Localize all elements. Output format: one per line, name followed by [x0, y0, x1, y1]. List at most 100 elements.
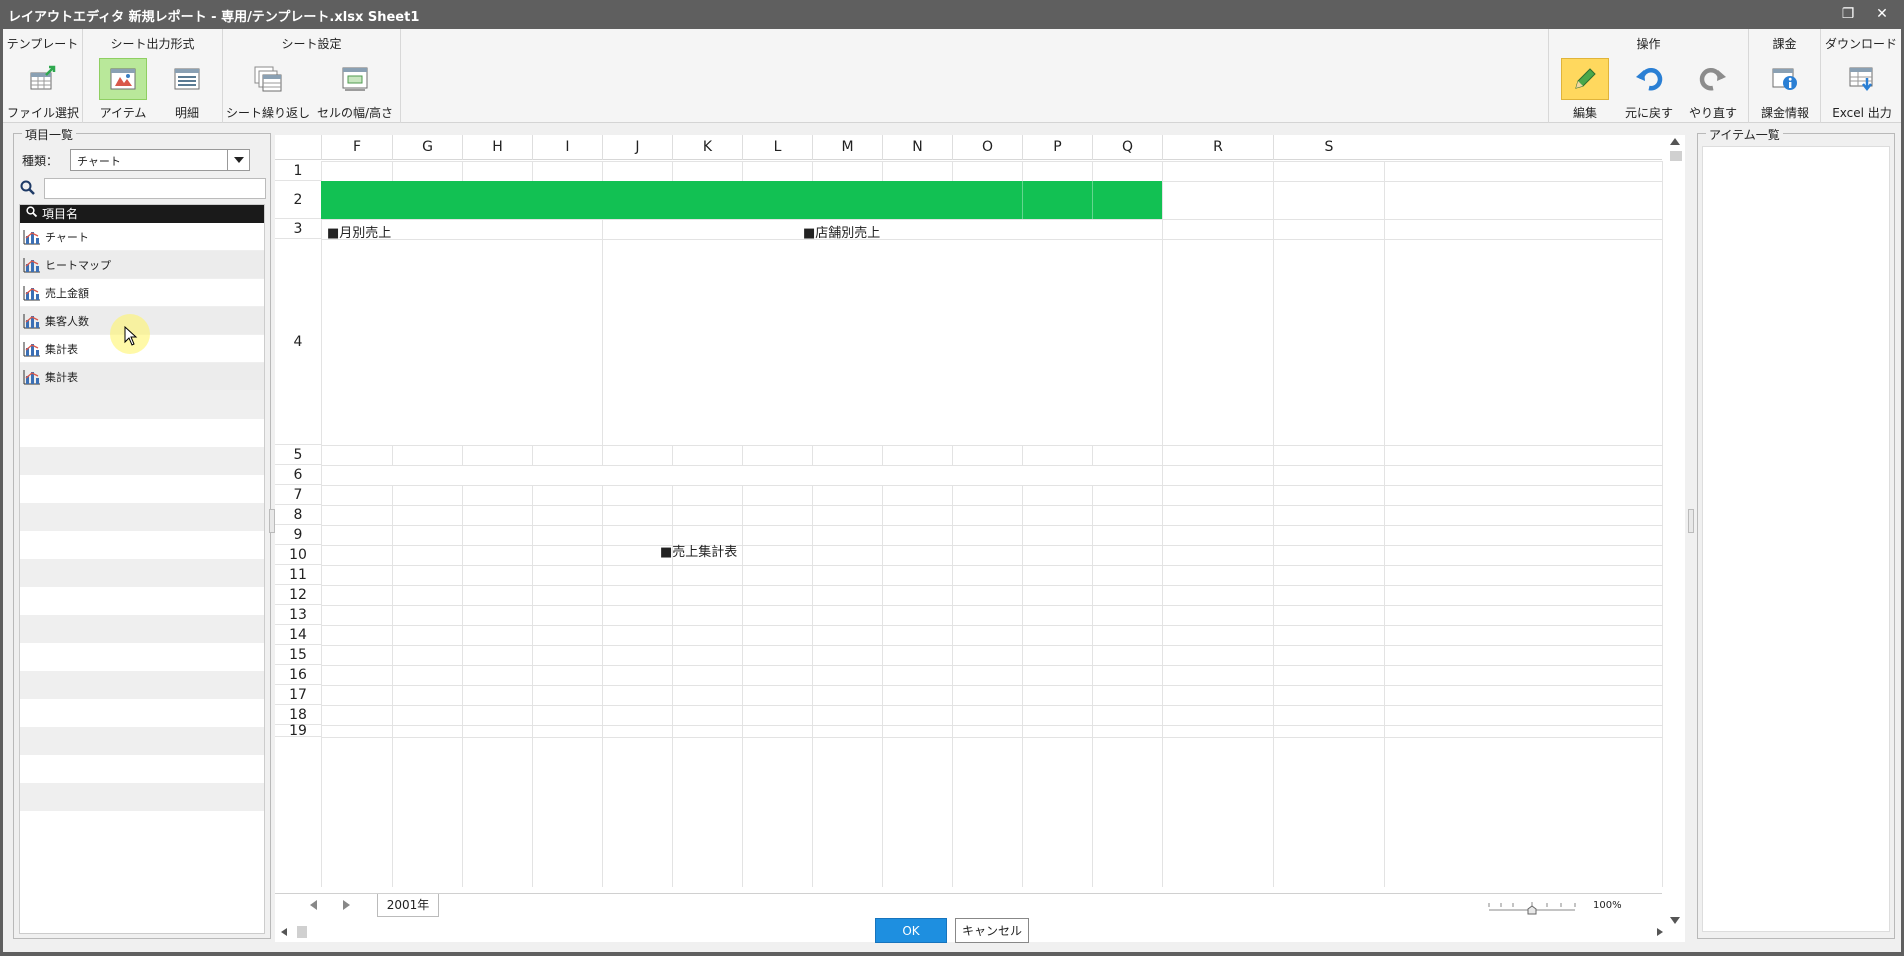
- label-store-sales[interactable]: ■店舗別売上: [803, 222, 880, 241]
- list-item[interactable]: 集計表: [20, 363, 264, 391]
- label-monthly-sales[interactable]: ■月別売上: [327, 222, 391, 241]
- item-list-header[interactable]: 項目名: [20, 205, 264, 223]
- sheet-repeat-button[interactable]: シート繰り返し: [226, 55, 310, 120]
- row-header-cell[interactable]: 18: [275, 705, 321, 725]
- row-header-cell[interactable]: 17: [275, 685, 321, 705]
- excel-output-label: Excel 出力: [1832, 106, 1892, 120]
- excel-download-icon: [1838, 58, 1886, 100]
- row-header-cell[interactable]: 10: [275, 545, 321, 565]
- column-header-cell[interactable]: F: [321, 135, 392, 160]
- column-header-cell[interactable]: I: [532, 135, 602, 160]
- restore-window-button[interactable]: ❐: [1836, 3, 1860, 25]
- row-header-cell[interactable]: 14: [275, 625, 321, 645]
- file-select-button[interactable]: ファイル選択: [3, 55, 83, 120]
- column-header-cell[interactable]: K: [672, 135, 742, 160]
- ribbon-group-download: ダウンロード Excel 出力: [1820, 29, 1901, 123]
- column-header-cell[interactable]: Q: [1092, 135, 1162, 160]
- column-header-cell[interactable]: R: [1162, 135, 1273, 160]
- ribbon-group-label: シート出力形式: [110, 37, 195, 51]
- cell-size-button[interactable]: セルの幅/高さ: [317, 55, 393, 120]
- row-header-cell[interactable]: 9: [275, 525, 321, 545]
- undo-button[interactable]: 元に戻す: [1621, 55, 1677, 120]
- column-header-cell[interactable]: L: [742, 135, 812, 160]
- column-header-cell[interactable]: N: [882, 135, 952, 160]
- item-list-items: チャート ヒートマップ 売上金額 集客人数 集計表 集計表: [20, 223, 264, 839]
- redo-icon: [1689, 58, 1737, 100]
- chevron-down-icon[interactable]: [227, 150, 249, 170]
- grid-line: [321, 161, 1662, 162]
- excel-output-button[interactable]: Excel 出力: [1831, 55, 1893, 120]
- ribbon: テンプレート ファイル選択 シート出力形式 アイテム 明細 シート設定 シート繰…: [3, 29, 1901, 123]
- grid-line: [1022, 445, 1023, 465]
- sheet-grid[interactable]: FGHIJKLMNOPQRS 1 2 3 4 5 6 7 8 9 10 11 12 13 14 15 16 17…: [275, 135, 1685, 942]
- row-header-cell[interactable]: 16: [275, 665, 321, 685]
- row-header-cell[interactable]: 19: [275, 724, 321, 738]
- edit-button[interactable]: 編集: [1557, 55, 1613, 120]
- row-header-cell[interactable]: 2: [275, 181, 321, 219]
- item-overview-panel: アイテム一覧: [1697, 126, 1895, 939]
- column-header-cell[interactable]: S: [1273, 135, 1384, 160]
- column-header-cell[interactable]: H: [462, 135, 532, 160]
- row-header-cell[interactable]: 3: [275, 219, 321, 239]
- kind-row: 種類： チャート: [22, 149, 262, 171]
- row-header-cell[interactable]: 6: [275, 465, 321, 485]
- column-header-cell[interactable]: G: [392, 135, 462, 160]
- grid-line: [1273, 161, 1274, 887]
- list-item-label: 集計表: [45, 342, 78, 356]
- grid-line: [321, 219, 1662, 220]
- search-input[interactable]: [44, 178, 266, 199]
- row-header-cell[interactable]: 8: [275, 505, 321, 525]
- billing-info-button[interactable]: 課金情報: [1755, 55, 1815, 120]
- detail-mode-button[interactable]: 明細: [159, 55, 215, 120]
- vertical-scroll-thumb[interactable]: [1670, 151, 1682, 161]
- item-list-header-label: 項目名: [42, 207, 79, 221]
- list-item[interactable]: 売上金額: [20, 279, 264, 307]
- row-header-cell[interactable]: 13: [275, 605, 321, 625]
- ribbon-group-label: 課金: [1772, 37, 1797, 51]
- layout-editor-window: レイアウトエディタ 新規レポート - 専用/テンプレート.xlsx Sheet1…: [0, 0, 1904, 956]
- ok-button[interactable]: OK: [875, 918, 947, 943]
- column-header-cell[interactable]: O: [952, 135, 1022, 160]
- chart-icon: [23, 285, 41, 301]
- row-header-cell[interactable]: 4: [275, 239, 321, 445]
- vertical-scrollbar[interactable]: [1665, 135, 1685, 930]
- item-list: 項目名 チャート ヒートマップ 売上金額 集客人数 集計表 集計表: [19, 204, 265, 934]
- close-window-button[interactable]: ✕: [1870, 3, 1894, 25]
- grid-line: [532, 445, 533, 465]
- empty-list-row: [20, 699, 264, 727]
- column-header-cell[interactable]: J: [602, 135, 672, 160]
- empty-list-row: [20, 727, 264, 755]
- grid-line: [1662, 161, 1663, 887]
- row-header-cell[interactable]: 1: [275, 161, 321, 181]
- row-header-cell[interactable]: 11: [275, 565, 321, 585]
- row-header-cell[interactable]: 15: [275, 645, 321, 665]
- ribbon-group-template: テンプレート ファイル選択: [3, 29, 83, 123]
- item-overview-panel-title: アイテム一覧: [1706, 126, 1783, 143]
- scroll-up-icon[interactable]: [1670, 137, 1680, 145]
- cancel-button[interactable]: キャンセル: [955, 918, 1029, 943]
- kind-select[interactable]: チャート: [70, 149, 250, 171]
- list-item[interactable]: ヒートマップ: [20, 251, 264, 279]
- item-mode-button[interactable]: アイテム: [93, 55, 153, 120]
- ribbon-group-output-format: シート出力形式 アイテム 明細: [83, 29, 223, 123]
- row-header-cell[interactable]: 12: [275, 585, 321, 605]
- redo-button[interactable]: やり直す: [1685, 55, 1741, 120]
- row-header-cell[interactable]: 5: [275, 445, 321, 465]
- band-divider: [1092, 181, 1093, 219]
- label-sales-summary[interactable]: ■売上集計表: [660, 541, 737, 560]
- sheet-repeat-icon: [244, 58, 292, 100]
- list-item-label: ヒートマップ: [45, 258, 111, 272]
- right-splitter-handle[interactable]: [1688, 509, 1694, 533]
- header-band[interactable]: [321, 181, 1162, 219]
- grid-line: [321, 705, 1662, 706]
- list-item[interactable]: チャート: [20, 223, 264, 251]
- ribbon-group-label: 操作: [1636, 37, 1661, 51]
- column-header-cell[interactable]: M: [812, 135, 882, 160]
- grid-line: [321, 665, 1662, 666]
- list-item-label: 売上金額: [45, 286, 89, 300]
- client-area: テンプレート ファイル選択 シート出力形式 アイテム 明細 シート設定 シート繰…: [3, 29, 1901, 952]
- empty-list-row: [20, 755, 264, 783]
- grid-line: [1092, 445, 1093, 465]
- row-header-cell[interactable]: 7: [275, 485, 321, 505]
- column-header-cell[interactable]: P: [1022, 135, 1092, 160]
